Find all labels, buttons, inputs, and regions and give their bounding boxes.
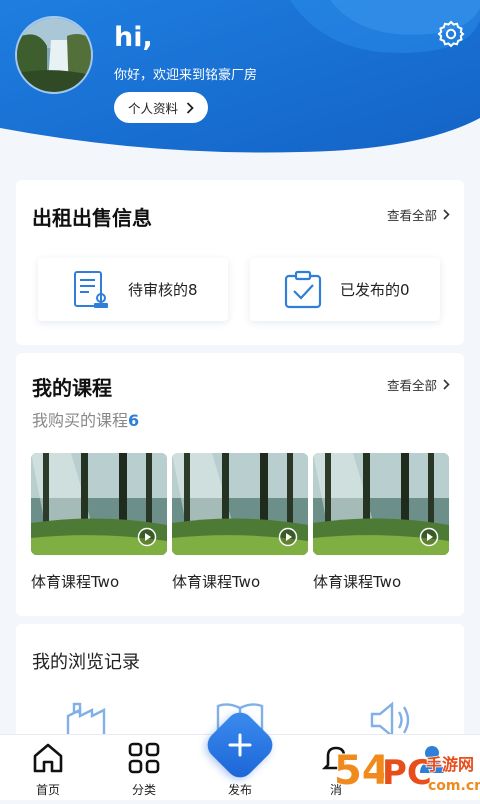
- settings-gear-icon[interactable]: [436, 19, 466, 49]
- play-icon: [137, 527, 157, 547]
- published-box[interactable]: 已发布的0: [250, 258, 440, 321]
- tab-category-label: 分类: [131, 783, 156, 797]
- purchased-courses-count: 6: [128, 411, 140, 430]
- tab-home[interactable]: 首页: [13, 735, 83, 801]
- course-item[interactable]: 体育课程Two: [172, 453, 308, 592]
- watermark-logo: 54 PC 手游网 com.cn: [333, 747, 480, 795]
- purchased-courses-label: 我购买的课程6: [32, 407, 139, 431]
- avatar[interactable]: [15, 16, 93, 94]
- document-review-icon: [74, 270, 108, 308]
- grid-icon: [128, 742, 160, 774]
- purchased-courses-text: 我购买的课程: [32, 411, 129, 430]
- chevron-right-icon: [186, 101, 194, 114]
- course-name: 体育课程Two: [31, 573, 120, 591]
- clipboard-check-icon: [284, 270, 322, 308]
- published-label: 已发布的0: [340, 281, 410, 299]
- tab-home-label: 首页: [35, 783, 60, 797]
- svg-text:com.cn: com.cn: [428, 778, 480, 794]
- site-watermark: 54 PC 手游网 com.cn: [330, 740, 480, 800]
- course-item[interactable]: 体育课程Two: [31, 453, 167, 592]
- pending-review-label: 待审核的8: [128, 281, 198, 299]
- svg-text:PC: PC: [382, 753, 432, 793]
- course-thumbnail: [31, 453, 167, 555]
- play-icon: [278, 527, 298, 547]
- course-name: 体育课程Two: [172, 573, 261, 591]
- play-icon: [419, 527, 439, 547]
- profile-header: hi, 你好，欢迎来到铭豪厂房 个人资料: [0, 0, 480, 175]
- rental-sale-title: 出租出售信息: [32, 206, 152, 230]
- course-name: 体育课程Two: [313, 573, 402, 591]
- plus-icon: [228, 733, 252, 757]
- profile-button-label: 个人资料: [128, 101, 179, 116]
- browse-history-title: 我的浏览记录: [32, 652, 140, 673]
- course-thumbnail: [313, 453, 449, 555]
- my-courses-card: 我的课程 查看全部 我购买的课程6 体育课程Two 体育课程Two 体育课程Tw…: [16, 353, 464, 616]
- rental-view-all-link[interactable]: 查看全部: [387, 205, 450, 224]
- course-thumbnail: [172, 453, 308, 555]
- courses-view-all-label: 查看全部: [386, 378, 437, 393]
- greeting-text: hi,: [114, 22, 153, 53]
- chevron-right-icon: [443, 379, 450, 390]
- profile-button[interactable]: 个人资料: [114, 92, 209, 123]
- welcome-text: 你好，欢迎来到铭豪厂房: [114, 68, 258, 83]
- tab-category[interactable]: 分类: [109, 735, 179, 801]
- tab-publish-label: 发布: [227, 783, 252, 797]
- svg-text:手游网: 手游网: [426, 755, 474, 774]
- rental-view-all-label: 查看全部: [386, 208, 437, 223]
- chevron-right-icon: [443, 209, 450, 220]
- rental-sale-card: 出租出售信息 查看全部 待审核的8 已发布的0: [16, 180, 464, 345]
- home-icon: [33, 743, 63, 773]
- my-courses-title: 我的课程: [32, 376, 112, 400]
- courses-view-all-link[interactable]: 查看全部: [387, 375, 450, 394]
- pending-review-box[interactable]: 待审核的8: [38, 258, 228, 321]
- course-item[interactable]: 体育课程Two: [313, 453, 449, 592]
